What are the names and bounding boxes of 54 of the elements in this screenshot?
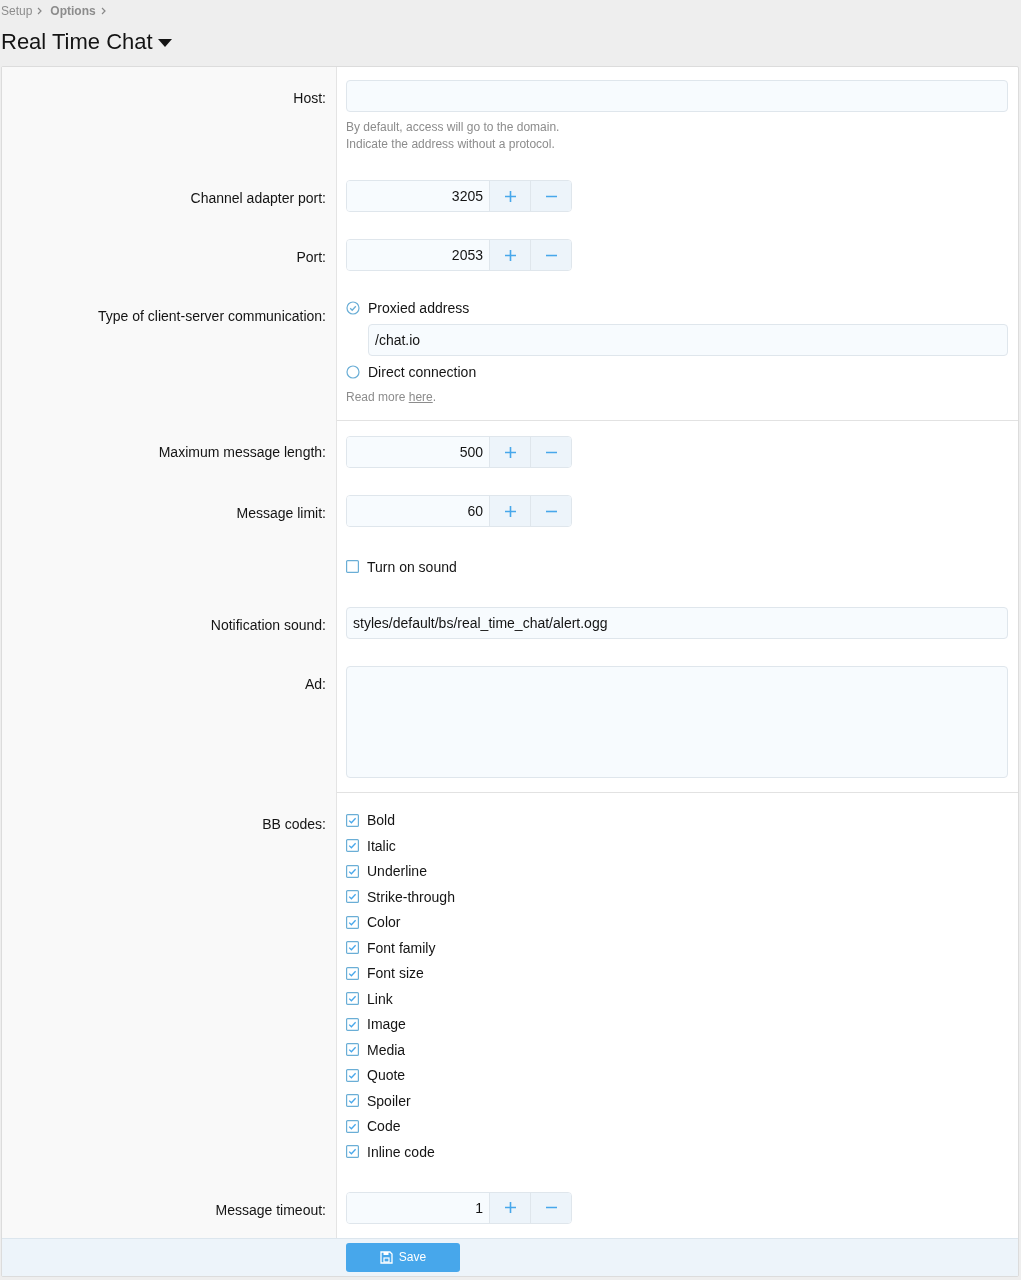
field-label: Channel adapter port: <box>190 190 326 206</box>
field-label: Notification sound: <box>210 616 326 633</box>
checkbox-checked-icon[interactable] <box>346 941 359 955</box>
field-label: Host: <box>293 90 326 106</box>
radio-icon[interactable] <box>346 365 360 379</box>
text-field[interactable]: styles/default/bs/real_time_chat/alert.ogg <box>346 606 1008 639</box>
option-label: Spoiler <box>367 1092 411 1109</box>
checkbox-checked-icon[interactable] <box>346 1068 359 1082</box>
checkbox-checked-icon[interactable] <box>346 1017 359 1031</box>
option-label: Code <box>367 1118 401 1135</box>
checkbox-icon[interactable] <box>346 560 359 574</box>
checkbox-checked-icon[interactable] <box>346 966 359 980</box>
option-label: Font size <box>367 965 424 982</box>
field-label: BB codes: <box>262 815 326 832</box>
help-text: Read more here. <box>346 389 437 406</box>
checkbox-checked-icon[interactable] <box>346 915 359 929</box>
page-title: Real Time Chat <box>1 29 153 55</box>
checkbox-checked-icon[interactable] <box>346 1145 359 1159</box>
checkbox-checked-icon[interactable] <box>346 992 359 1006</box>
chevron-right-icon <box>37 7 43 15</box>
checkbox-checked-icon[interactable] <box>346 813 359 827</box>
option-label: Turn on sound <box>367 558 457 575</box>
option-label: Underline <box>367 863 427 880</box>
checkbox-checked-icon[interactable] <box>346 864 359 878</box>
option-label: Quote <box>367 1067 406 1084</box>
option-label: Bold <box>367 812 396 829</box>
caret-down-icon[interactable] <box>157 38 172 48</box>
option-label: Font family <box>367 939 436 956</box>
field-label: Message timeout: <box>215 1201 326 1218</box>
chevron-right-icon <box>100 7 106 15</box>
checkbox-checked-icon[interactable] <box>346 1119 359 1133</box>
field-label: Ad: <box>305 675 326 692</box>
checkbox-checked-icon[interactable] <box>346 839 359 853</box>
radio-checked-icon[interactable] <box>346 301 360 315</box>
field-label: Type of client-server communication: <box>98 308 326 324</box>
option-label: Inline code <box>367 1143 435 1160</box>
field-label: Maximum message length: <box>158 444 326 460</box>
option-label: Color <box>367 914 401 931</box>
field-label: Message limit: <box>236 505 326 521</box>
option-label: Media <box>367 1041 406 1058</box>
checkbox-checked-icon[interactable] <box>346 1094 359 1108</box>
checkbox-checked-icon[interactable] <box>346 890 359 904</box>
option-label: Strike-through <box>367 888 455 905</box>
text-field[interactable] <box>346 80 1008 112</box>
option-label: Proxied address <box>368 300 470 316</box>
option-label: Image <box>367 1016 406 1033</box>
here-link[interactable]: here <box>408 390 433 404</box>
text-field[interactable]: /chat.io <box>368 324 1008 356</box>
option-label: Direct connection <box>368 364 477 380</box>
field-label: Port: <box>296 249 326 265</box>
checkbox-checked-icon[interactable] <box>346 1043 359 1057</box>
option-label: Link <box>367 990 393 1007</box>
help-text: By default, access will go to the domain. Indicate the address without a protocol. <box>346 119 560 153</box>
option-label: Italic <box>367 837 396 854</box>
